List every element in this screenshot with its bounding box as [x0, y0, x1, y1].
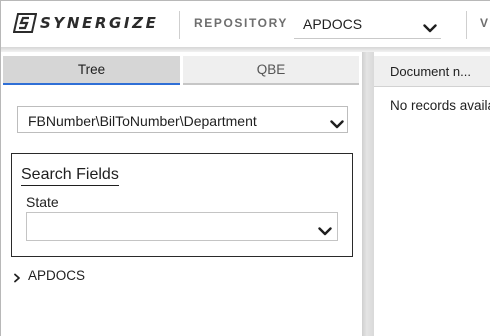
- app-header: SYNERGIZE REPOSITORY APDOCS V: [1, 1, 490, 47]
- left-panel: Tree QBE FBNumber\BilToNumber\Department…: [1, 52, 362, 336]
- logo-text: SYNERGIZE: [40, 14, 159, 32]
- synergize-logo-icon: [12, 13, 38, 33]
- chevron-right-icon[interactable]: [13, 270, 21, 283]
- tree-structure-select[interactable]: FBNumber\BilToNumber\Department: [17, 106, 348, 133]
- state-label: State: [26, 194, 59, 210]
- header-divider: [179, 11, 180, 39]
- repository-select[interactable]: APDOCS: [294, 9, 441, 39]
- repository-label: REPOSITORY: [194, 16, 289, 30]
- header-divider: [466, 11, 467, 39]
- chevron-down-icon: [423, 20, 437, 33]
- synergize-logo[interactable]: SYNERGIZE: [12, 12, 159, 34]
- tree-node-apdocs[interactable]: APDOCS: [13, 266, 85, 284]
- tab-tree[interactable]: Tree: [3, 56, 180, 85]
- tree-node-label: APDOCS: [28, 267, 86, 283]
- state-select[interactable]: [26, 212, 338, 241]
- search-fields-box: Search Fields State: [11, 153, 353, 257]
- no-records-message: No records available: [390, 98, 490, 113]
- column-header-label: Document n...: [390, 64, 471, 79]
- panel-splitter[interactable]: [362, 52, 374, 336]
- tab-qbe[interactable]: QBE: [183, 56, 359, 85]
- chevron-down-icon: [330, 116, 344, 129]
- column-header-document-name[interactable]: Document n...: [374, 56, 490, 87]
- repository-value: APDOCS: [303, 16, 363, 32]
- truncated-header-label[interactable]: V: [480, 16, 489, 30]
- tree-structure-value: FBNumber\BilToNumber\Department: [28, 113, 257, 129]
- right-panel: Document n... No records available: [374, 52, 490, 336]
- search-fields-title: Search Fields: [21, 166, 119, 186]
- chevron-down-icon: [318, 223, 332, 236]
